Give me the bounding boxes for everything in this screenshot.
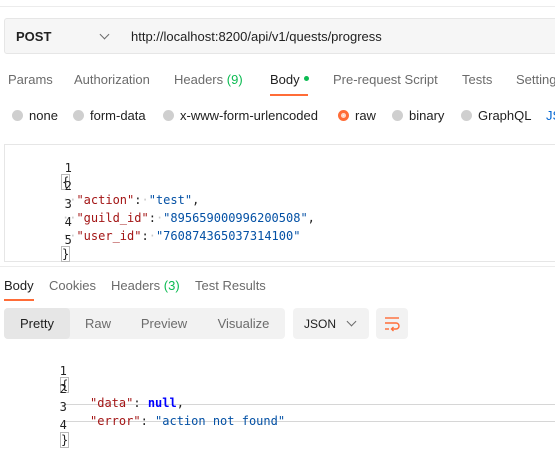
url-input[interactable]: http://localhost:8200/api/v1/quests/prog…: [119, 18, 555, 54]
radio-selected-icon: [338, 110, 349, 121]
tab-authorization[interactable]: Authorization: [74, 72, 150, 87]
code-line: 3 "error": "action not found": [0, 386, 555, 428]
response-body-viewer[interactable]: 1 { 2 "data": null, 3 "error": "action n…: [0, 350, 555, 448]
tab-headers[interactable]: Headers (9): [174, 72, 243, 87]
tab-label: Headers: [174, 72, 224, 87]
radio-label: none: [29, 108, 58, 123]
tab-label: Headers: [111, 278, 161, 293]
wrap-lines-icon: [385, 317, 400, 332]
tab-params[interactable]: Params: [8, 72, 53, 87]
tab-body[interactable]: Body: [270, 72, 309, 87]
headers-count: (3): [163, 278, 180, 293]
tab-label: Body: [4, 278, 34, 293]
line-number: 5: [64, 233, 72, 247]
modified-dot-icon: [303, 76, 309, 81]
radio-label: raw: [355, 108, 376, 123]
method-select[interactable]: POST: [4, 18, 120, 54]
tab-settings[interactable]: Settings: [516, 72, 555, 87]
response-format-select[interactable]: JSON: [293, 308, 369, 339]
radio-label: x-www-form-urlencoded: [180, 108, 318, 123]
tab-label: Cookies: [49, 278, 96, 293]
tab-label: Settings: [516, 72, 555, 87]
tab-pre-request-script[interactable]: Pre-request Script: [333, 72, 438, 87]
radio-circle-icon: [163, 110, 174, 121]
radio-form-data[interactable]: form-data: [73, 108, 146, 123]
close-brace: }: [60, 246, 71, 262]
view-preview[interactable]: Preview: [126, 308, 202, 339]
radio-circle-icon: [461, 110, 472, 121]
code-line: 3 ··"guild_id":·"895659000996200508",: [5, 183, 555, 225]
tab-label: Params: [8, 72, 53, 87]
format-label: JSON: [304, 317, 337, 331]
chevron-down-icon: [99, 29, 110, 40]
top-divider: [0, 6, 555, 7]
url-text: http://localhost:8200/api/v1/quests/prog…: [131, 29, 382, 44]
view-pretty[interactable]: Pretty: [4, 308, 70, 339]
radio-label: GraphQL: [478, 108, 532, 123]
code-line: 1 {: [5, 147, 555, 190]
code-line: 5 }: [5, 219, 555, 262]
request-body-editor[interactable]: 1 { 2 ··"action":·"test", 3 ··"guild_id"…: [4, 144, 555, 262]
response-view-switcher: Pretty Raw Preview Visualize: [4, 308, 285, 339]
tab-label: Body: [270, 72, 300, 87]
close-brace: }: [59, 432, 70, 448]
tab-label: Tests: [462, 72, 493, 87]
text-caret: [68, 432, 70, 446]
radio-circle-icon: [392, 110, 403, 121]
active-tab-indicator: [270, 94, 308, 96]
radio-graphql[interactable]: GraphQL: [461, 108, 531, 123]
code-line: 4 ··"user_id":·"760874365037314100": [5, 201, 555, 243]
code-line: 2 ··"action":·"test",: [5, 165, 555, 207]
response-tab-body[interactable]: Body: [4, 278, 34, 293]
radio-circle-icon: [12, 110, 23, 121]
line-number: 4: [59, 418, 67, 432]
body-type-radios: none form-data x-www-form-urlencoded raw…: [0, 106, 555, 126]
view-raw[interactable]: Raw: [70, 308, 126, 339]
tab-label: Test Results: [195, 278, 266, 293]
headers-count: (9): [226, 72, 243, 87]
radio-binary[interactable]: binary: [392, 108, 444, 123]
tab-label: Authorization: [74, 72, 150, 87]
raw-language-select[interactable]: JS: [546, 108, 555, 123]
response-divider: [0, 266, 555, 267]
request-tabs: Params Authorization Headers (9) Body Pr…: [0, 70, 555, 98]
request-bar: POST http://localhost:8200/api/v1/quests…: [4, 18, 555, 54]
response-tabs: Body Cookies Headers (3) Test Results: [0, 276, 555, 301]
radio-raw[interactable]: raw: [338, 108, 376, 123]
view-visualize[interactable]: Visualize: [202, 308, 285, 339]
tab-tests[interactable]: Tests: [462, 72, 492, 87]
wrap-lines-button[interactable]: [376, 308, 408, 339]
response-tab-test-results[interactable]: Test Results: [195, 278, 266, 293]
active-response-tab-indicator: [4, 299, 34, 301]
code-line: 4 }: [0, 404, 555, 448]
radio-circle-icon: [73, 110, 84, 121]
radio-none[interactable]: none: [12, 108, 58, 123]
code-line: 1 {: [0, 350, 555, 393]
radio-label: binary: [409, 108, 445, 123]
chevron-down-icon: [346, 316, 357, 327]
code-line: 2 "data": null,: [0, 368, 555, 410]
radio-x-www-form-urlencoded[interactable]: x-www-form-urlencoded: [163, 108, 318, 123]
response-tab-headers[interactable]: Headers (3): [111, 278, 180, 293]
tab-label: Pre-request Script: [333, 72, 438, 87]
radio-label: form-data: [90, 108, 146, 123]
method-label: POST: [16, 29, 52, 44]
response-tab-cookies[interactable]: Cookies: [49, 278, 96, 293]
